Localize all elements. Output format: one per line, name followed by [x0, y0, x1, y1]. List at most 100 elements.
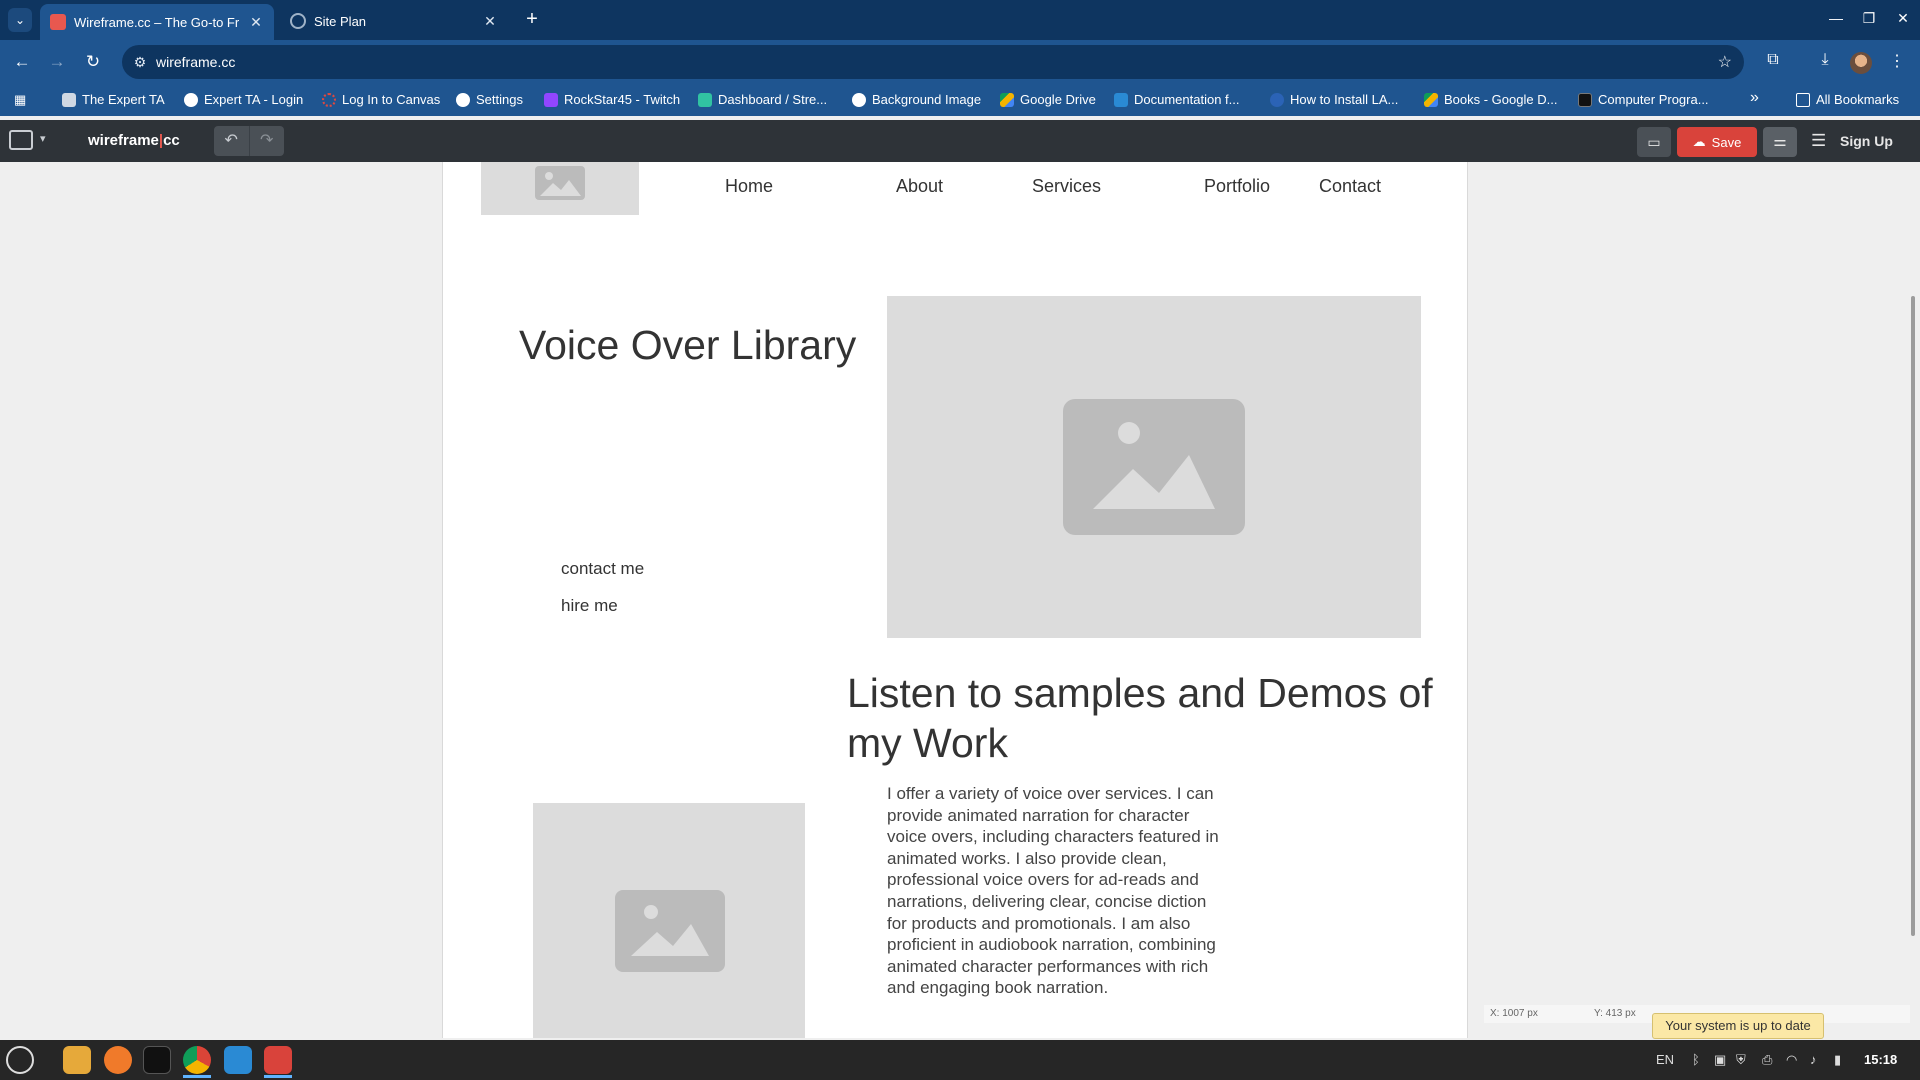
bookmark-twitch[interactable]: RockStar45 - Twitch: [544, 92, 680, 107]
google-books-icon: [1424, 92, 1438, 107]
tab-close-icon[interactable]: ✕: [248, 14, 264, 31]
tab-site-plan[interactable]: Site Plan ✕: [280, 6, 508, 36]
bookmark-expert-ta-login[interactable]: Expert TA - Login: [184, 92, 303, 107]
properties-icon[interactable]: ⚌: [1763, 127, 1797, 157]
tab-close-icon[interactable]: ✕: [482, 13, 498, 30]
bookmark-books[interactable]: Books - Google D...: [1424, 92, 1557, 107]
vscode-icon[interactable]: [224, 1046, 252, 1074]
tab-wireframe[interactable]: Wireframe.cc – The Go-to Fr ✕: [40, 4, 274, 40]
redo-icon[interactable]: ↷: [248, 126, 285, 156]
logo-image-placeholder[interactable]: [481, 162, 639, 215]
mint-menu-icon[interactable]: [6, 1046, 34, 1074]
os-taskbar: EN ᛒ ▣ ⛨ ⎙ ◠ ♪ ▮ 15:18: [0, 1040, 1920, 1080]
more-bookmarks-button[interactable]: »: [1750, 89, 1759, 107]
bookmark-background-image[interactable]: Background Image: [852, 92, 981, 107]
keyboard-language[interactable]: EN: [1656, 1052, 1674, 1067]
bookmarks-bar: ▦ The Expert TA Expert TA - Login Log In…: [0, 84, 1920, 116]
canvas-scrollbar-thumb[interactable]: [1911, 296, 1915, 936]
section-title[interactable]: Listen to samples and Demos of my Work: [847, 668, 1437, 768]
wireframe-favicon-icon: [50, 14, 66, 30]
bookmark-dashboard[interactable]: Dashboard / Stre...: [698, 92, 827, 107]
chrome-icon[interactable]: [183, 1046, 211, 1074]
page-settings-icon[interactable]: [9, 130, 33, 150]
address-bar[interactable]: ⚙ wireframe.cc ☆: [122, 45, 1744, 79]
undo-icon[interactable]: ↶: [214, 126, 249, 156]
building-icon: [62, 92, 76, 107]
tab-search-button[interactable]: ⌄: [8, 8, 32, 32]
sign-up-link[interactable]: Sign Up: [1840, 133, 1893, 149]
image-icon: [535, 166, 585, 200]
wifi-icon[interactable]: ◠: [1786, 1052, 1797, 1068]
battery-icon[interactable]: ▮: [1834, 1052, 1841, 1068]
game-icon[interactable]: [264, 1046, 292, 1074]
site-info-icon[interactable]: ⚙: [130, 52, 150, 72]
canvas-icon: [322, 92, 336, 107]
terminal-icon[interactable]: [143, 1046, 171, 1074]
minimize-icon[interactable]: —: [1826, 10, 1846, 26]
apps-grid-icon[interactable]: ▦: [14, 92, 26, 108]
google-drive-icon: [1000, 92, 1014, 107]
back-icon[interactable]: ←: [10, 50, 34, 74]
bookmark-settings[interactable]: Settings: [456, 92, 523, 107]
bookmark-google-drive[interactable]: Google Drive: [1000, 92, 1096, 107]
globe-icon: [184, 92, 198, 107]
bookmark-expert-ta[interactable]: The Expert TA: [62, 92, 165, 107]
url-text[interactable]: wireframe.cc: [156, 54, 235, 70]
nav-about[interactable]: About: [896, 176, 943, 197]
services-paragraph[interactable]: I offer a variety of voice over services…: [887, 783, 1227, 999]
volume-icon[interactable]: ♪: [1810, 1052, 1817, 1067]
forward-icon[interactable]: →: [45, 50, 69, 74]
hamburger-menu-icon[interactable]: ☰: [1811, 131, 1826, 151]
hero-title[interactable]: Voice Over Library: [519, 322, 856, 369]
close-window-icon[interactable]: ✕: [1893, 10, 1913, 27]
printer-icon[interactable]: ⎙: [1762, 1052, 1772, 1068]
x-readout: X: 1007 px: [1490, 1008, 1538, 1019]
y-readout: Y: 413 px: [1594, 1008, 1636, 1019]
github-icon: [456, 92, 470, 107]
bluetooth-icon[interactable]: ᛒ: [1692, 1052, 1700, 1067]
clipboard-icon[interactable]: ▣: [1714, 1052, 1726, 1068]
bookmark-computer-programming[interactable]: Computer Progra...: [1578, 92, 1709, 107]
hire-me-link[interactable]: hire me: [561, 596, 618, 616]
bookmark-star-icon[interactable]: ☆: [1718, 52, 1732, 72]
nav-home[interactable]: Home: [725, 176, 773, 197]
nav-contact[interactable]: Contact: [1319, 176, 1381, 197]
chrome-active-indicator: [183, 1075, 211, 1078]
shield-icon[interactable]: ⛨: [1736, 1052, 1746, 1068]
twitch-icon: [544, 92, 558, 107]
bookmark-install[interactable]: How to Install LA...: [1270, 92, 1398, 107]
restore-icon[interactable]: ❐: [1859, 10, 1879, 27]
nav-services[interactable]: Services: [1032, 176, 1101, 197]
wireframe-page[interactable]: Home About Services Portfolio Contact Vo…: [442, 162, 1468, 1038]
hero-image-placeholder[interactable]: [887, 296, 1421, 638]
more-menu-icon[interactable]: ⋮: [1886, 51, 1908, 71]
browser-toolbar: ← → ↻ ⚙ wireframe.cc ☆ ⧉ ⤓ ⋮: [0, 40, 1920, 84]
firefox-icon[interactable]: [104, 1046, 132, 1074]
vscode-icon: [1114, 92, 1128, 107]
all-bookmarks-button[interactable]: All Bookmarks: [1796, 92, 1899, 107]
files-icon[interactable]: [63, 1046, 91, 1074]
cloud-upload-icon: ☁: [1692, 134, 1706, 149]
extensions-icon[interactable]: ⧉: [1762, 51, 1784, 69]
profile-avatar[interactable]: [1850, 52, 1872, 74]
reload-icon[interactable]: ↻: [81, 50, 105, 74]
chevron-down-icon[interactable]: ▾: [40, 132, 46, 145]
comment-icon[interactable]: ▭: [1637, 127, 1671, 157]
tab-title: Wireframe.cc – The Go-to Fr: [74, 14, 240, 30]
sample-image-placeholder[interactable]: [533, 803, 805, 1038]
tab-title: Site Plan: [314, 13, 367, 29]
app-toolbar: ▾ wireframe|cc ↶ ↷ ▭ ☁ Save ⚌ ☰ Sign Up: [0, 120, 1920, 162]
editor-canvas[interactable]: Home About Services Portfolio Contact Vo…: [0, 162, 1920, 1038]
bookmark-canvas[interactable]: Log In to Canvas: [322, 92, 440, 107]
globe-icon: [290, 13, 306, 29]
save-button[interactable]: ☁ Save: [1677, 127, 1757, 157]
nav-portfolio[interactable]: Portfolio: [1204, 176, 1270, 197]
contact-me-link[interactable]: contact me: [561, 559, 644, 579]
bookmark-documentation[interactable]: Documentation f...: [1114, 92, 1240, 107]
clock[interactable]: 15:18: [1864, 1052, 1897, 1067]
system-update-toast[interactable]: Your system is up to date: [1652, 1013, 1824, 1039]
undo-redo-group: ↶ ↷: [214, 126, 284, 156]
new-tab-button[interactable]: +: [520, 8, 544, 32]
site-icon: [1270, 92, 1284, 107]
download-icon[interactable]: ⤓: [1814, 51, 1836, 69]
